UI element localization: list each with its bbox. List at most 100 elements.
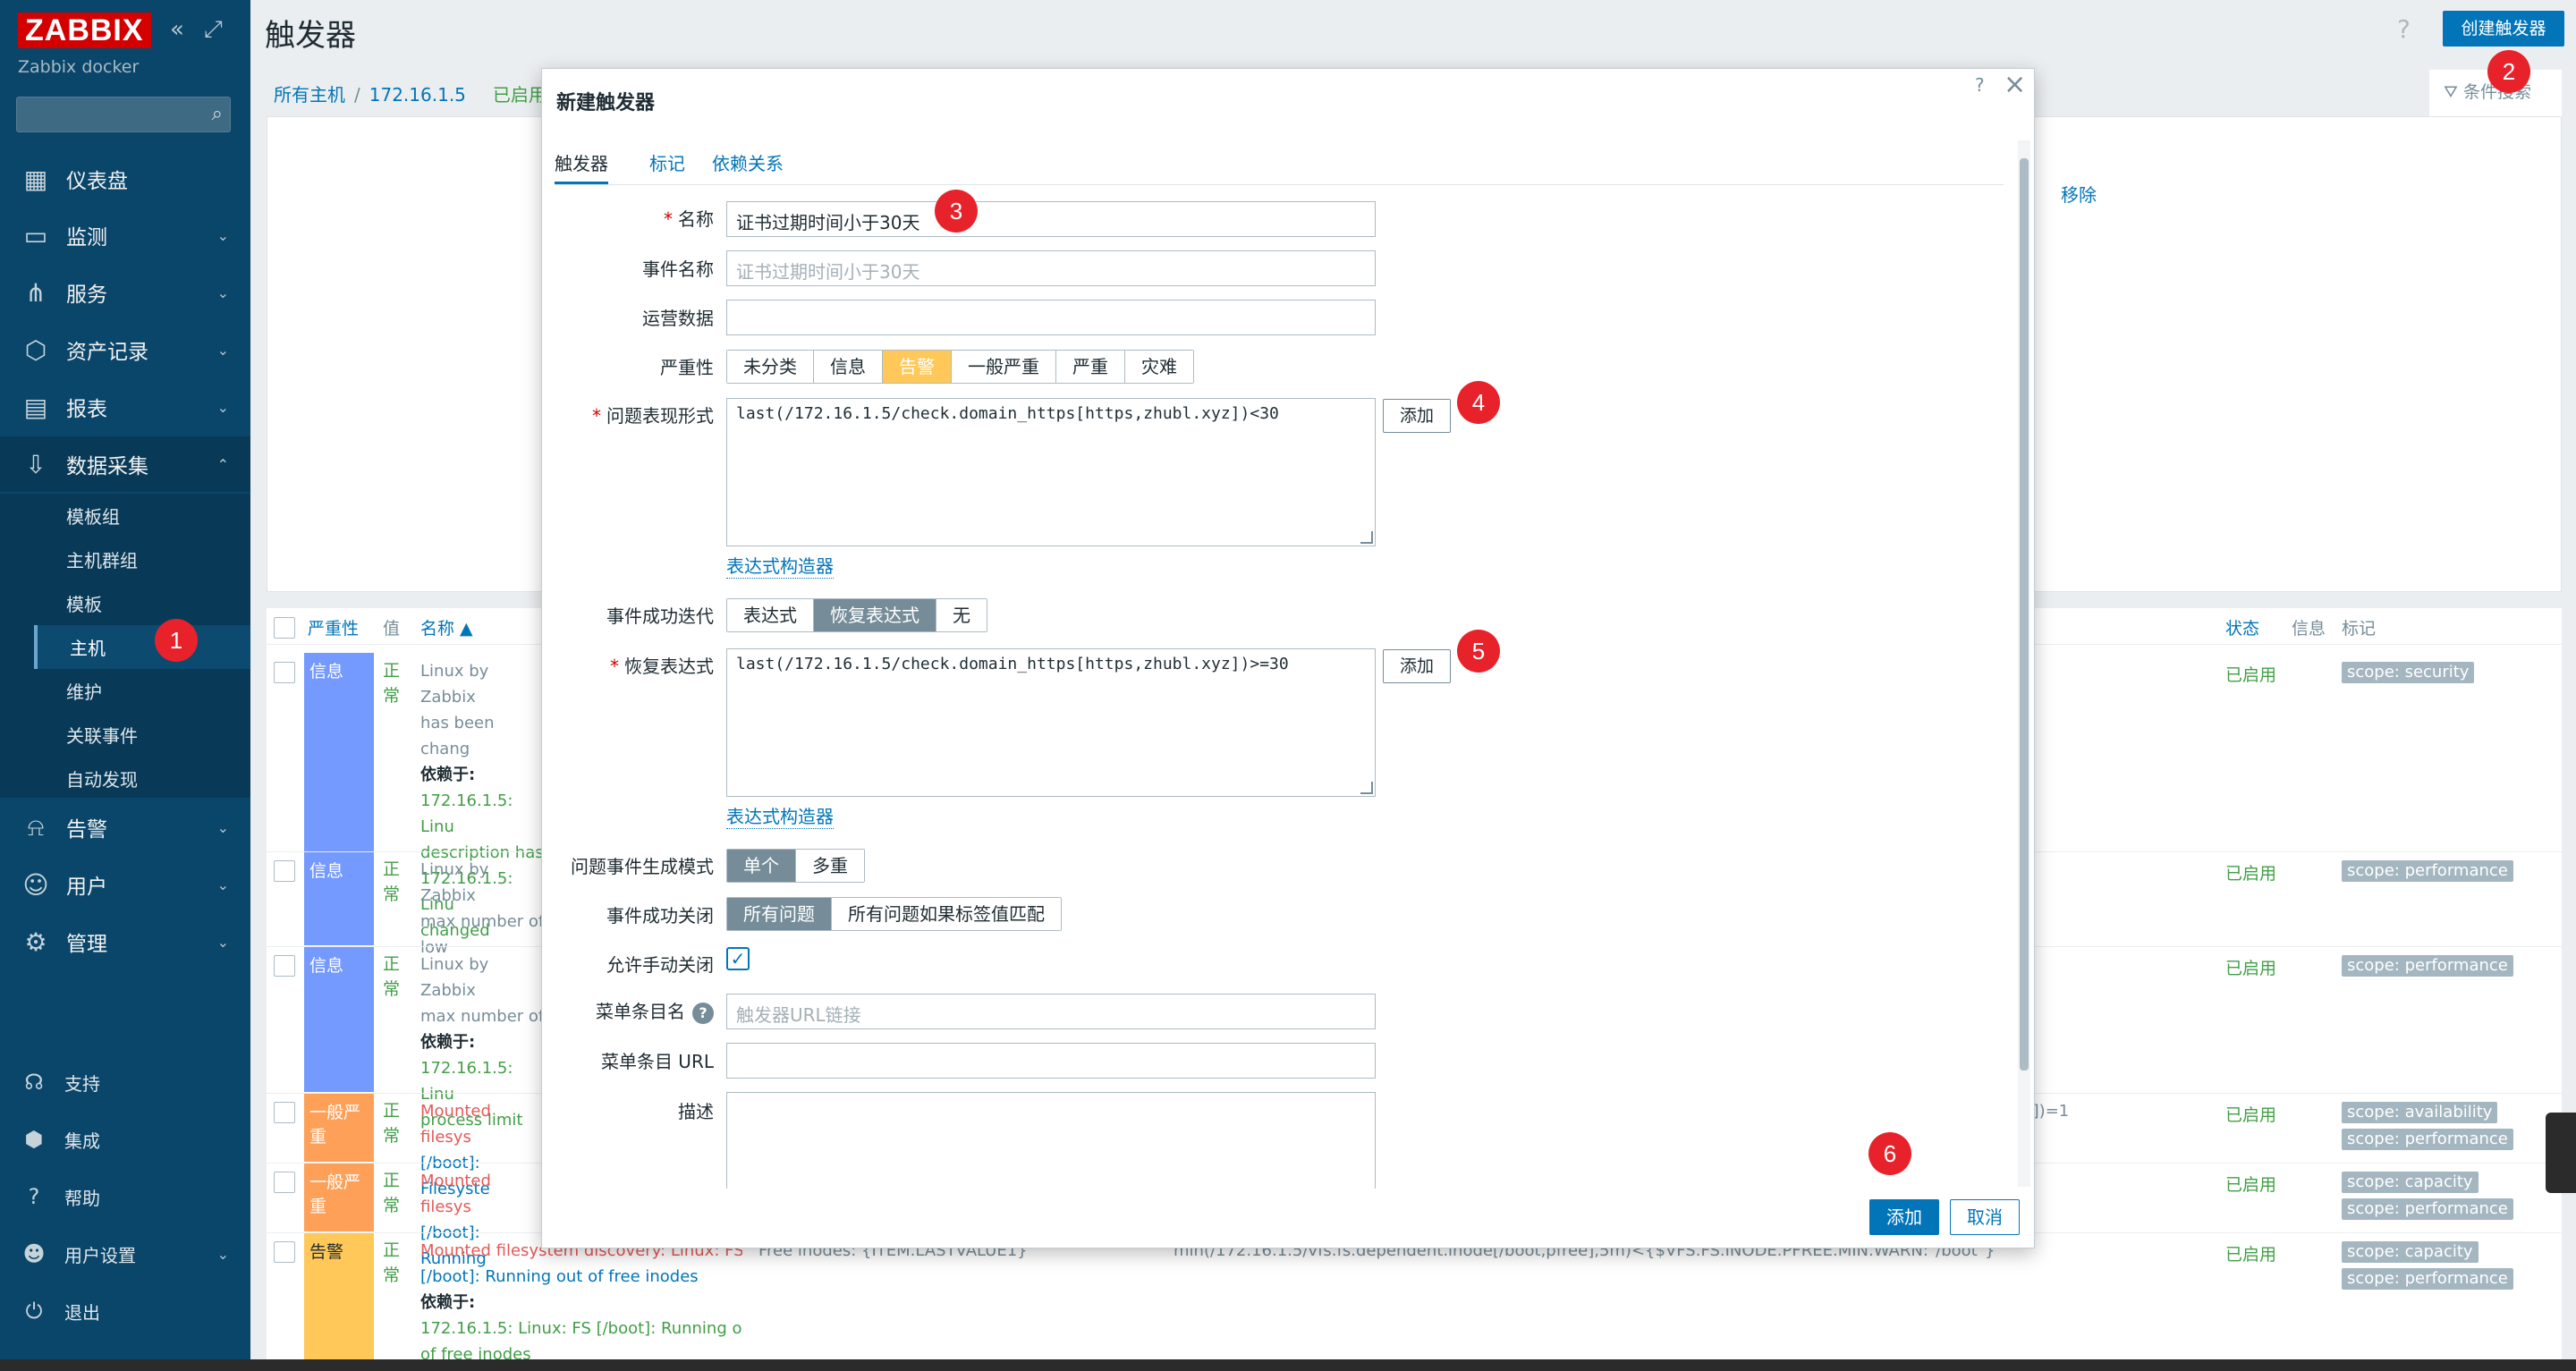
sidebar-search-input[interactable]: ⌕ — [16, 97, 231, 132]
side-widget[interactable] — [2546, 1113, 2576, 1193]
menu-inventory[interactable]: ⬡ 资产记录 ⌄ — [0, 322, 250, 377]
submenu-hosts[interactable]: 主机 — [34, 625, 250, 669]
remove-link[interactable]: 移除 — [2061, 181, 2097, 207]
help-icon[interactable]: ? — [2397, 14, 2411, 44]
column-name[interactable]: 名称 ▲ — [420, 615, 473, 639]
menu-services[interactable]: ⋔ 服务 ⌄ — [0, 265, 250, 320]
recovery-expression-builder-link[interactable]: 表达式构造器 — [726, 802, 834, 829]
menu-alerts[interactable]: ⍾ 告警 ⌄ — [0, 800, 250, 855]
severity-warning[interactable]: 告警 — [883, 351, 952, 383]
url-input[interactable] — [726, 1043, 1376, 1079]
row-checkbox[interactable] — [274, 662, 295, 683]
dialog-help-icon[interactable]: ? — [1975, 74, 1985, 96]
zabbix-logo[interactable]: ZABBIX — [18, 13, 151, 48]
manual-close-label: 允许手动关闭 — [606, 954, 714, 976]
ok-close-tag-match[interactable]: 所有问题如果标签值匹配 — [832, 898, 1061, 930]
severity-average[interactable]: 一般严重 — [952, 351, 1056, 383]
submenu-template-groups[interactable]: 模板组 — [34, 494, 250, 537]
submenu-event-correlation[interactable]: 关联事件 — [34, 713, 250, 757]
submenu-discovery[interactable]: 自动发现 — [34, 757, 250, 800]
row-checkbox[interactable] — [274, 1241, 295, 1263]
tab-dependencies[interactable]: 依赖关系 — [712, 149, 784, 185]
menu-reports[interactable]: ▤ 报表 ⌄ — [0, 379, 250, 435]
search-icon[interactable]: ⌕ — [212, 103, 223, 125]
submenu-maintenance[interactable]: 维护 — [34, 669, 250, 713]
breadcrumb-all-hosts[interactable]: 所有主机 — [274, 84, 345, 106]
trigger-name-cell[interactable]: Mounted filesystem discovery: Linux: FS … — [420, 1238, 742, 1359]
breadcrumb-enabled[interactable]: 已启用 — [493, 84, 547, 106]
recovery-add-button[interactable]: 添加 — [1383, 649, 1451, 683]
column-severity[interactable]: 严重性 — [308, 615, 359, 639]
menu-users[interactable]: ☺ 用户 ⌄ — [0, 857, 250, 912]
name-input[interactable]: 证书过期时间小于30天 — [726, 201, 1376, 237]
tab-tags[interactable]: 标记 — [649, 149, 685, 185]
severity-not-classified[interactable]: 未分类 — [727, 351, 814, 383]
recovery-mode-none[interactable]: 无 — [936, 599, 987, 631]
menu-administration[interactable]: ⚙ 管理 ⌄ — [0, 914, 250, 969]
severity-information[interactable]: 信息 — [814, 351, 883, 383]
recovery-mode-expression[interactable]: 表达式 — [727, 599, 814, 631]
expression-builder-link[interactable]: 表达式构造器 — [726, 552, 834, 579]
problem-mode-multiple[interactable]: 多重 — [796, 850, 864, 882]
problem-mode-label: 问题事件生成模式 — [571, 856, 714, 877]
event-name-input[interactable]: 证书过期时间小于30天 — [726, 250, 1376, 286]
status-cell[interactable]: 已启用 — [2225, 662, 2276, 686]
dialog-scrollbar[interactable] — [2018, 140, 2030, 1187]
value-cell: 正常 — [383, 661, 401, 706]
menu-label: 服务 — [66, 284, 107, 307]
collapse-sidebar-icon[interactable]: « — [170, 16, 184, 43]
menu-help[interactable]: ? 帮助 — [0, 1170, 250, 1223]
menu-label: 告警 — [66, 818, 107, 842]
status-cell[interactable]: 已启用 — [2225, 860, 2276, 884]
url-name-input[interactable]: 触发器URL链接 — [726, 994, 1376, 1029]
column-status[interactable]: 状态 — [2225, 615, 2259, 639]
severity-disaster[interactable]: 灾难 — [1125, 351, 1193, 383]
name-line: Mounted filesys — [420, 1102, 491, 1147]
manual-close-checkbox[interactable]: ✓ — [726, 947, 750, 970]
trigger-name-cell[interactable]: Linux by Zabbix max number of low — [420, 857, 546, 961]
expression-textarea[interactable]: last(/172.16.1.5/check.domain_https[http… — [726, 398, 1376, 546]
submenu-templates[interactable]: 模板 — [34, 581, 250, 625]
row-checkbox[interactable] — [274, 1172, 295, 1193]
menu-data-collection[interactable]: ⇩ 数据采集 ⌃ — [0, 436, 250, 492]
opdata-input[interactable] — [726, 300, 1376, 335]
recovery-expression-textarea[interactable]: last(/172.16.1.5/check.domain_https[http… — [726, 648, 1376, 797]
scrollbar-thumb[interactable] — [2020, 158, 2029, 1071]
status-cell[interactable]: 已启用 — [2225, 1241, 2276, 1265]
create-trigger-button[interactable]: 创建触发器 — [2443, 11, 2564, 47]
kiosk-mode-icon[interactable]: ⤢ — [204, 16, 223, 44]
row-checkbox[interactable] — [274, 1102, 295, 1123]
expression-add-button[interactable]: 添加 — [1383, 399, 1451, 433]
reports-icon: ▤ — [23, 392, 48, 422]
severity-high[interactable]: 严重 — [1056, 351, 1125, 383]
submenu-host-groups[interactable]: 主机群组 — [34, 537, 250, 581]
menu-integrations[interactable]: ⬢ 集成 — [0, 1113, 250, 1166]
row-checkbox[interactable] — [274, 860, 295, 882]
tab-trigger[interactable]: 触发器 — [555, 149, 608, 185]
severity-cell: 信息 — [304, 947, 374, 1092]
status-cell[interactable]: 已启用 — [2225, 1172, 2276, 1196]
menu-dashboard[interactable]: ▦ 仪表盘 — [0, 151, 250, 207]
help-icon[interactable]: ? — [692, 1003, 714, 1024]
breadcrumb-host[interactable]: 172.16.1.5 — [369, 84, 466, 106]
menu-support[interactable]: ☊ 支持 — [0, 1055, 250, 1109]
row-checkbox[interactable] — [274, 955, 295, 977]
menu-signout[interactable]: ⏻ 退出 — [0, 1284, 250, 1338]
name-line: max number of — [420, 912, 545, 931]
status-cell[interactable]: 已启用 — [2225, 1102, 2276, 1126]
ok-close-all[interactable]: 所有问题 — [727, 898, 832, 930]
problem-mode-single[interactable]: 单个 — [727, 850, 796, 882]
status-cell[interactable]: 已启用 — [2225, 955, 2276, 979]
dialog-add-button[interactable]: 添加 — [1869, 1199, 1939, 1235]
recovery-mode-recovery-expression[interactable]: 恢复表达式 — [814, 599, 936, 631]
select-all-checkbox[interactable] — [274, 617, 295, 639]
menu-user-settings[interactable]: ☻ 用户设置 ⌄ — [0, 1227, 250, 1281]
tag-badge: scope: capacity — [2342, 1172, 2479, 1193]
description-textarea[interactable] — [726, 1092, 1376, 1189]
name-line: 依赖于: — [420, 1033, 476, 1052]
menu-monitoring[interactable]: ▭ 监测 ⌄ — [0, 207, 250, 263]
chevron-down-icon: ⌄ — [216, 341, 229, 359]
recovery-mode-selector: 表达式 恢复表达式 无 — [726, 598, 987, 632]
close-icon[interactable]: × — [2004, 69, 2026, 100]
dialog-cancel-button[interactable]: 取消 — [1950, 1199, 2020, 1235]
